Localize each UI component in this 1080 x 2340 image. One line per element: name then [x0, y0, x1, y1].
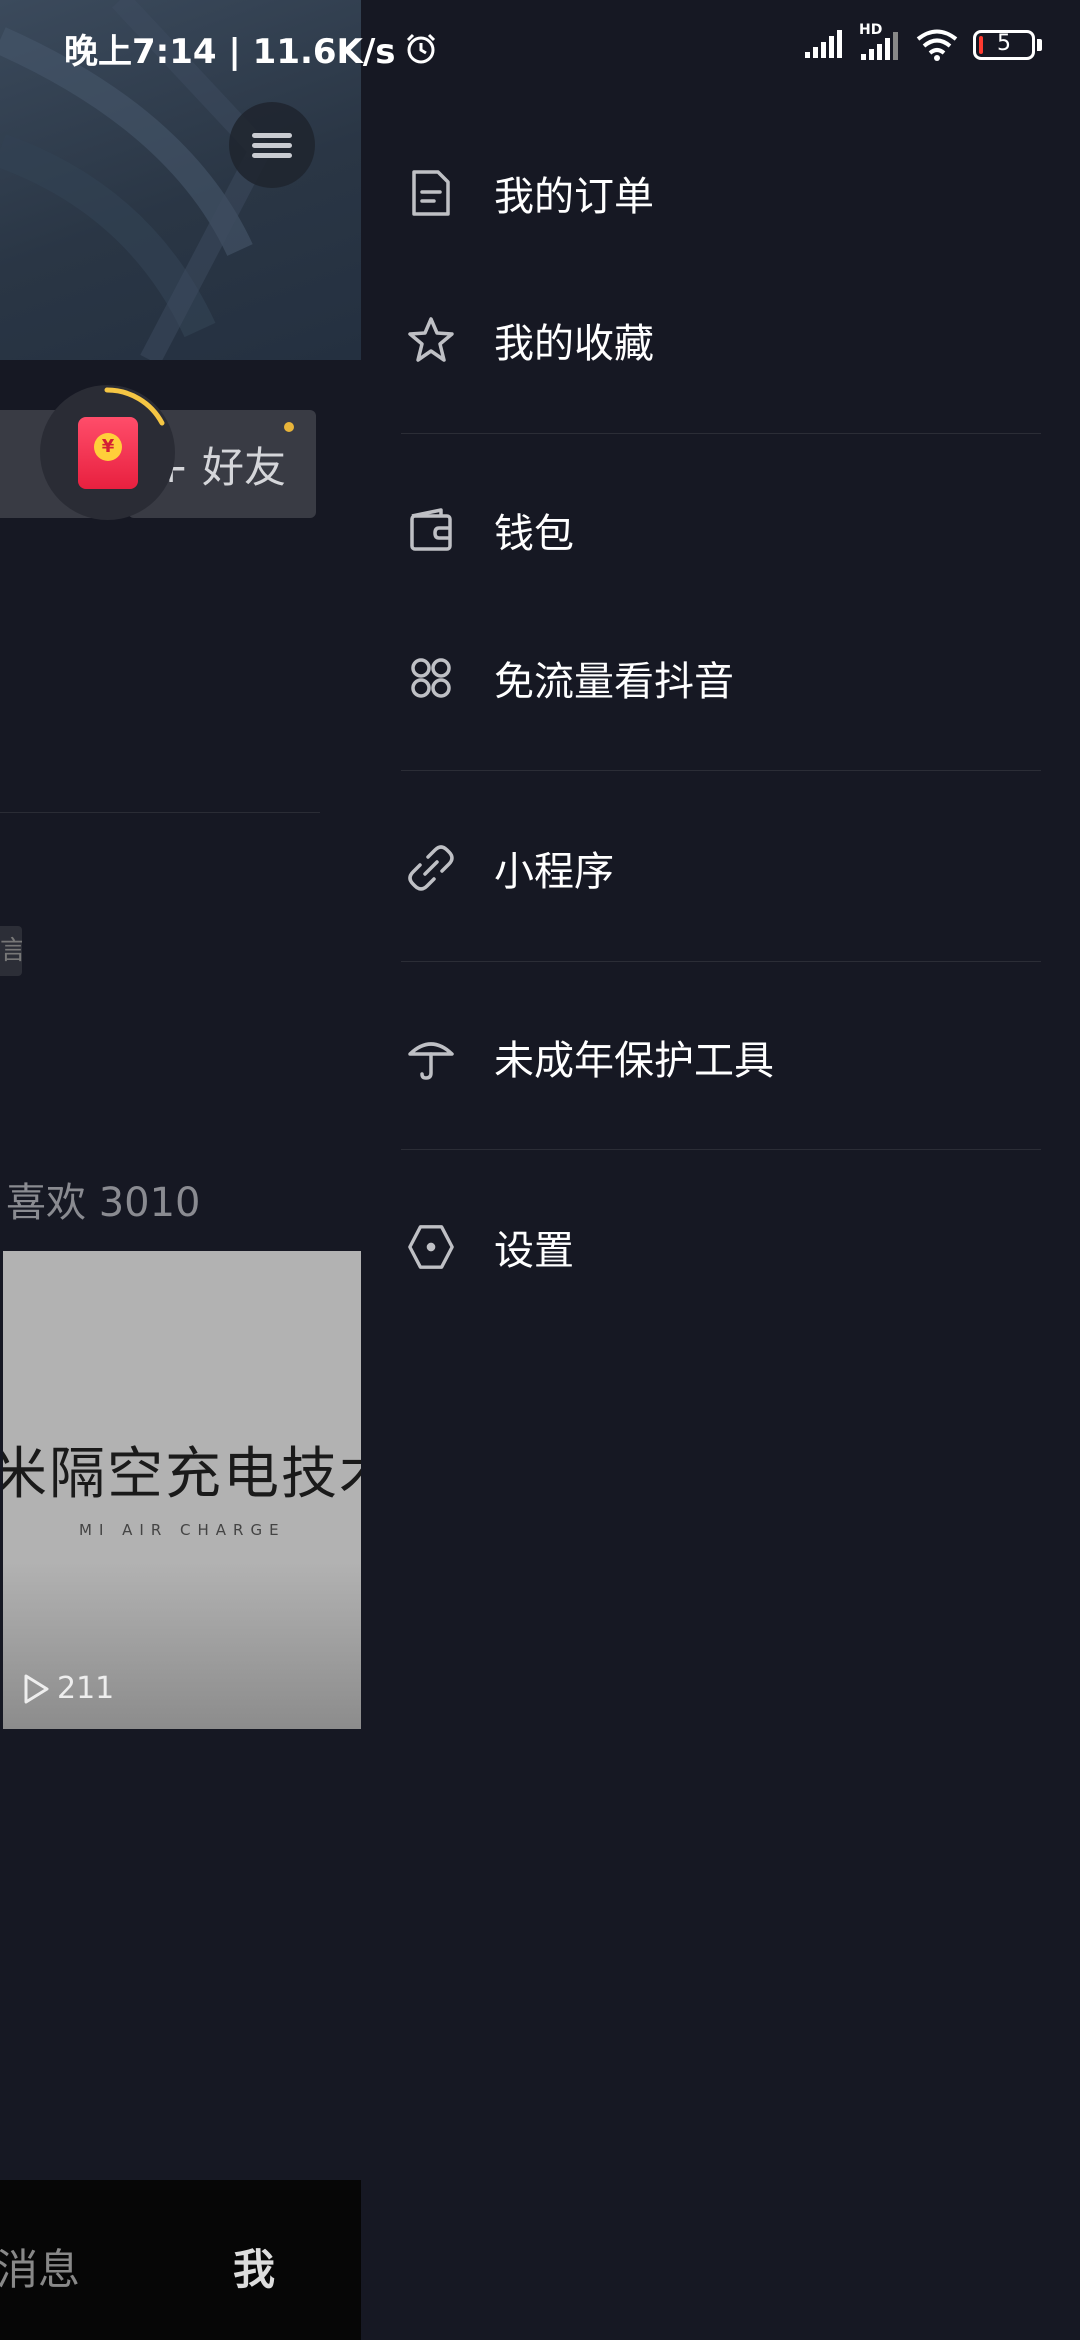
divider: [401, 1149, 1041, 1150]
nav-me[interactable]: 我: [233, 2236, 275, 2297]
menu-label-mini-programs: 小程序: [494, 849, 614, 895]
menu-item-settings[interactable]: 设置: [361, 1187, 1080, 1307]
divider: [0, 812, 320, 813]
menu-label-wallet: 钱包: [494, 511, 574, 557]
menu-button[interactable]: [229, 102, 315, 188]
menu-item-free-data[interactable]: 免流量看抖音: [361, 618, 1080, 738]
profile-page-background: + 好友 ¥ 言 喜欢 3010 米隔空充电技术 MI AIR CHARGE 2…: [0, 0, 361, 2340]
menu-label-free-data: 免流量看抖音: [494, 659, 734, 705]
profile-tag: 言: [0, 926, 22, 976]
play-count: 211: [21, 1671, 114, 1706]
play-icon: [24, 1674, 49, 1703]
wallet-icon: [406, 505, 456, 555]
hamburger-icon: [252, 128, 292, 163]
status-time: 晚上7:14 | 11.6K/s: [64, 24, 438, 73]
side-drawer: 我的订单 我的收藏 钱包 免流量看抖音 小程序 未成年保护工具 设置: [361, 0, 1080, 2340]
menu-item-mini-programs[interactable]: 小程序: [361, 808, 1080, 928]
bottom-nav: 消息 我: [0, 2180, 361, 2340]
coin-icon: ¥: [94, 433, 122, 461]
signal-icon: [805, 30, 842, 58]
document-icon: [406, 168, 456, 218]
battery-text: 5: [997, 31, 1011, 56]
menu-label-settings: 设置: [494, 1228, 574, 1274]
signal-hd-icon: HD: [859, 22, 901, 62]
hexagon-settings-icon: [406, 1222, 456, 1272]
menu-item-orders[interactable]: 我的订单: [361, 133, 1080, 253]
notification-dot: [284, 422, 294, 432]
wifi-icon: [916, 29, 958, 61]
menu-label-minor-protection: 未成年保护工具: [494, 1038, 774, 1084]
command-icon: [406, 653, 456, 703]
tab-likes[interactable]: 喜欢 3010: [6, 1170, 201, 1228]
time-text: 晚上7:14 | 11.6K/s: [64, 32, 396, 72]
umbrella-icon: [406, 1032, 456, 1082]
divider: [401, 770, 1041, 771]
video-thumbnail[interactable]: 米隔空充电技术 MI AIR CHARGE 211: [3, 1251, 361, 1729]
play-count-value: 211: [57, 1671, 115, 1706]
alarm-icon: [406, 33, 435, 63]
battery-tip: [1037, 39, 1042, 51]
nav-messages[interactable]: 消息: [0, 2236, 80, 2297]
status-bar: 晚上7:14 | 11.6K/s HD 5: [0, 0, 1080, 95]
menu-item-wallet[interactable]: 钱包: [361, 470, 1080, 590]
menu-label-orders: 我的订单: [494, 174, 654, 220]
red-packet-icon: ¥: [78, 417, 138, 489]
battery-icon: 5: [973, 30, 1035, 60]
star-icon: [406, 315, 456, 365]
divider: [401, 961, 1041, 962]
menu-item-minor-protection[interactable]: 未成年保护工具: [361, 997, 1080, 1117]
link-icon: [406, 843, 456, 893]
video-title: 米隔空充电技术: [3, 1442, 361, 1507]
menu-item-favorites[interactable]: 我的收藏: [361, 280, 1080, 400]
status-icons: HD 5: [789, 22, 1042, 62]
menu-label-favorites: 我的收藏: [494, 321, 654, 367]
video-subtitle: MI AIR CHARGE: [79, 1521, 286, 1539]
divider: [401, 433, 1041, 434]
red-packet-button[interactable]: ¥: [40, 385, 175, 520]
